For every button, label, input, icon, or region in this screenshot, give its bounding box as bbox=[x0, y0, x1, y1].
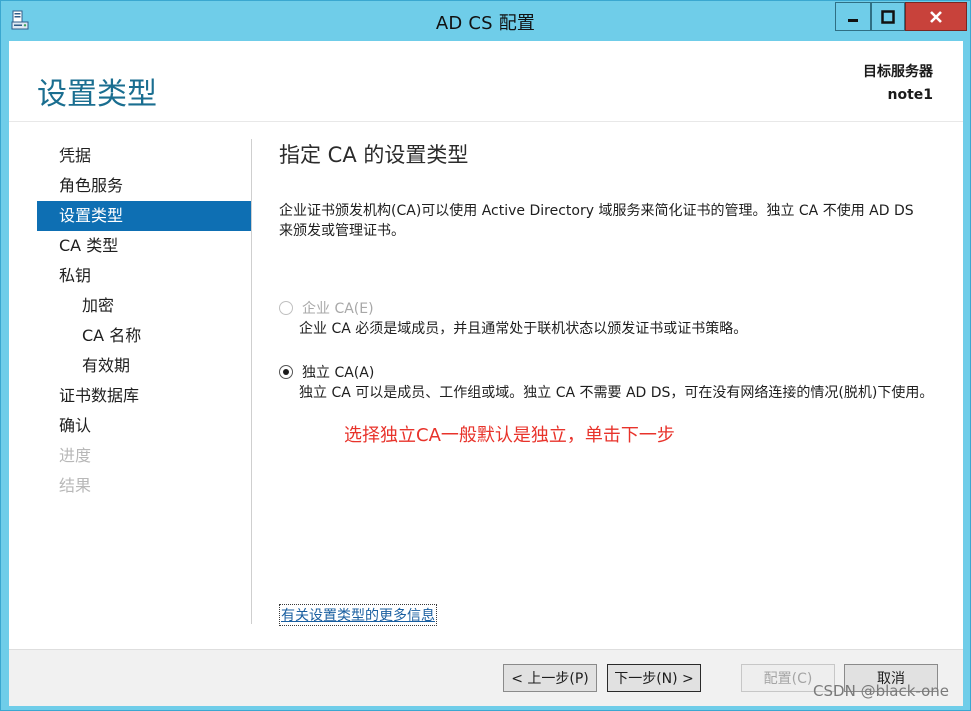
enterprise-ca-radio[interactable] bbox=[279, 301, 293, 315]
nav-item-validity-period[interactable]: 有效期 bbox=[37, 351, 251, 381]
maximize-button[interactable] bbox=[871, 2, 905, 31]
minimize-icon bbox=[848, 18, 858, 22]
nav-item-confirmation[interactable]: 确认 bbox=[37, 411, 251, 441]
standalone-ca-radio[interactable] bbox=[279, 365, 293, 379]
content-heading: 指定 CA 的设置类型 bbox=[279, 143, 469, 167]
target-server-label: 目标服务器 bbox=[863, 64, 933, 80]
title-bar[interactable]: AD CS 配置 bbox=[1, 1, 970, 41]
nav-item-ca-name[interactable]: CA 名称 bbox=[37, 321, 251, 351]
annotation-text: 选择独立CA一般默认是独立，单击下一步 bbox=[344, 425, 675, 446]
standalone-ca-option: 独立 CA(A) 独立 CA 可以是成员、工作组或域。独立 CA 不需要 AD … bbox=[279, 361, 939, 403]
previous-button[interactable]: < 上一步(P) bbox=[503, 664, 597, 692]
content-pane: 指定 CA 的设置类型 企业证书颁发机构(CA)可以使用 Active Dire… bbox=[279, 139, 939, 401]
nav-item-role-services[interactable]: 角色服务 bbox=[37, 171, 251, 201]
standalone-ca-label: 独立 CA(A) bbox=[302, 365, 375, 381]
nav-divider bbox=[251, 139, 252, 624]
nav-item-cryptography[interactable]: 加密 bbox=[37, 291, 251, 321]
radio-selected-dot bbox=[283, 369, 289, 375]
nav-item-progress: 进度 bbox=[59, 446, 92, 465]
wizard-nav: 凭据 角色服务 设置类型 CA 类型 私钥 加密 CA 名称 有效期 证书数据库… bbox=[37, 141, 251, 501]
nav-item-ca-type[interactable]: CA 类型 bbox=[37, 231, 251, 261]
ad-cs-config-window: AD CS 配置 设置类型 目标服务器 note1 凭据 角色服务 设置类型 C… bbox=[0, 0, 971, 711]
more-info-link[interactable]: 有关设置类型的更多信息 bbox=[279, 604, 437, 626]
maximize-icon bbox=[881, 9, 895, 24]
minimize-button[interactable] bbox=[835, 2, 871, 31]
nav-item-setup-type[interactable]: 设置类型 bbox=[37, 201, 251, 231]
setup-type-description: 企业证书颁发机构(CA)可以使用 Active Directory 域服务来简化… bbox=[279, 203, 914, 239]
close-button[interactable] bbox=[905, 2, 967, 31]
standalone-ca-description: 独立 CA 可以是成员、工作组或域。独立 CA 不需要 AD DS，可在没有网络… bbox=[299, 385, 934, 401]
header-divider bbox=[9, 121, 963, 122]
next-button[interactable]: 下一步(N) > bbox=[607, 664, 701, 692]
page-title: 设置类型 bbox=[37, 77, 157, 112]
close-icon bbox=[930, 10, 942, 23]
watermark: CSDN @black-one bbox=[813, 682, 949, 700]
nav-item-private-key[interactable]: 私钥 bbox=[37, 261, 251, 291]
enterprise-ca-option: 企业 CA(E) 企业 CA 必须是域成员，并且通常处于联机状态以颁发证书或证书… bbox=[279, 297, 939, 339]
nav-item-certificate-database[interactable]: 证书数据库 bbox=[37, 381, 251, 411]
target-server-name: note1 bbox=[887, 87, 933, 103]
window-title: AD CS 配置 bbox=[435, 13, 536, 34]
enterprise-ca-label: 企业 CA(E) bbox=[302, 301, 374, 317]
nav-item-results: 结果 bbox=[59, 476, 92, 495]
nav-item-credentials[interactable]: 凭据 bbox=[37, 141, 251, 171]
wizard-client-area: 设置类型 目标服务器 note1 凭据 角色服务 设置类型 CA 类型 私钥 加… bbox=[9, 41, 963, 706]
enterprise-ca-description: 企业 CA 必须是域成员，并且通常处于联机状态以颁发证书或证书策略。 bbox=[299, 321, 748, 337]
